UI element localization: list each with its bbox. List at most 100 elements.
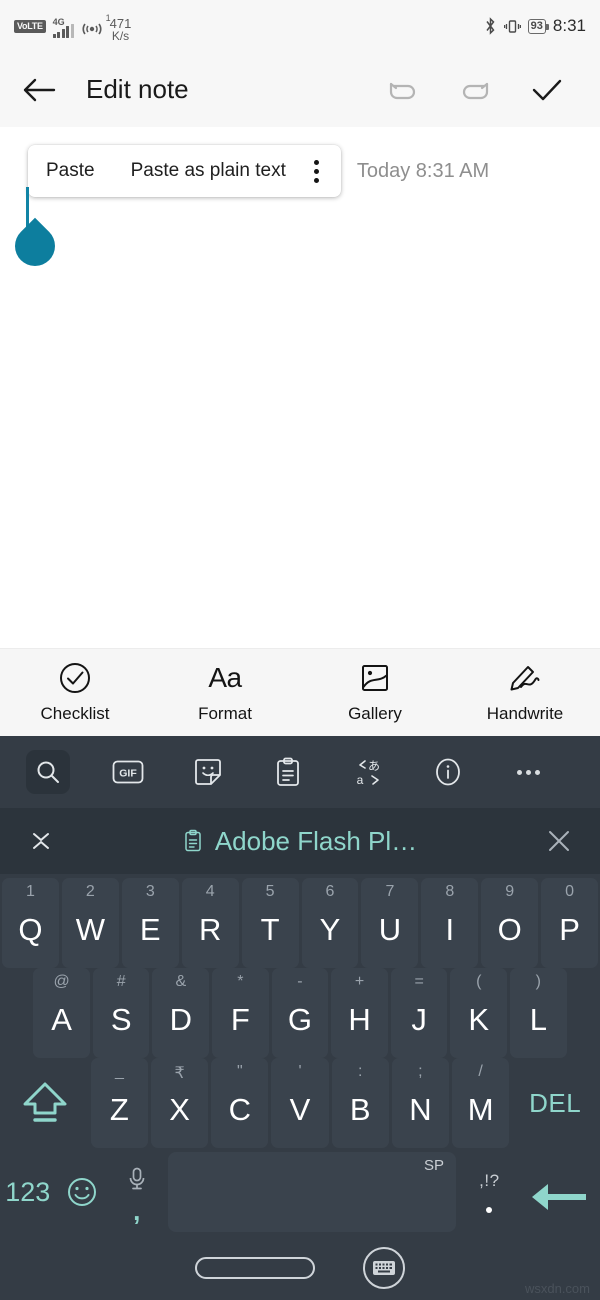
key-o[interactable]: 9O <box>481 878 539 968</box>
vibrate-icon <box>503 19 521 33</box>
key-t[interactable]: 5T <box>241 878 299 968</box>
key-e[interactable]: 3E <box>121 878 179 968</box>
volte-icon: VoLTE <box>14 19 46 33</box>
key-main-label: P <box>559 912 580 947</box>
key-y[interactable]: 6Y <box>301 878 359 968</box>
phone-screen: VoLTE 4G 1 471 K/s 93 8:31 Edit note Pas… <box>0 0 600 1300</box>
more-icon[interactable] <box>506 750 550 794</box>
signal-strength-icon: 4G <box>52 16 74 38</box>
key-q[interactable]: 1Q <box>2 878 59 968</box>
collapse-chevron-icon[interactable] <box>24 824 58 858</box>
key-z[interactable]: _ Z <box>90 1058 148 1148</box>
kebab-menu-icon[interactable] <box>304 159 335 183</box>
key-main-label: I <box>445 912 455 947</box>
sticker-icon[interactable] <box>186 750 230 794</box>
key-sub-label: @ <box>53 973 70 990</box>
comma-key-label: , <box>133 1195 141 1226</box>
enter-icon[interactable] <box>521 1148 598 1236</box>
key-main-label: G <box>287 1002 313 1037</box>
translate-icon[interactable]: あ a <box>346 750 390 794</box>
format-tool-checklist[interactable]: Checklist <box>0 661 150 724</box>
key-w[interactable]: 2W <box>61 878 119 968</box>
key-l[interactable]: ) L <box>510 968 567 1058</box>
key-j[interactable]: = J <box>390 968 448 1058</box>
paste-button[interactable]: Paste <box>28 160 113 182</box>
format-tool-handwrite[interactable]: Handwrite <box>450 661 600 724</box>
key-d[interactable]: & D <box>152 968 210 1058</box>
keyboard-rows: 1Q 2W 3E 4R 5T 6Y 7U 8I 9O 0P @ A # S & D *… <box>0 874 600 1236</box>
status-bar-left: VoLTE 4G 1 471 K/s <box>14 9 131 44</box>
shift-icon[interactable] <box>2 1058 88 1148</box>
battery-icon: 93 <box>527 18 550 34</box>
key-g[interactable]: -G <box>271 968 329 1058</box>
key-m[interactable]: / M <box>452 1058 510 1148</box>
note-editor-area[interactable]: Paste Paste as plain text Today 8:31 AM <box>0 127 600 648</box>
key-main-label: E <box>139 912 161 947</box>
undo-icon[interactable] <box>386 77 420 103</box>
key-main-label: N <box>409 1092 432 1127</box>
hide-keyboard-icon[interactable] <box>363 1247 405 1289</box>
key-main-label: L <box>529 1002 547 1037</box>
key-k[interactable]: (K <box>450 968 508 1058</box>
format-tool-label: Handwrite <box>486 704 564 723</box>
key-f[interactable]: * F <box>212 968 269 1058</box>
space-key[interactable]: SP <box>167 1152 457 1232</box>
network-speed: 471 K/s <box>110 17 132 43</box>
key-r[interactable]: 4R <box>181 878 239 968</box>
key-main-label: R <box>198 912 222 947</box>
network-type-label: 4G <box>52 16 65 27</box>
key-sub-label: / <box>478 1063 483 1080</box>
svg-text:GIF: GIF <box>119 768 137 780</box>
key-h[interactable]: + H <box>331 968 388 1058</box>
gif-icon[interactable]: GIF <box>106 750 150 794</box>
key-p[interactable]: 0P <box>541 878 599 968</box>
delete-key[interactable]: DEL <box>512 1058 598 1148</box>
paste-as-plain-text-button[interactable]: Paste as plain text <box>113 160 304 182</box>
numeric-mode-key[interactable]: 123 <box>2 1148 54 1236</box>
key-sub-label: ₹ <box>174 1065 185 1082</box>
key-u[interactable]: 7U <box>361 878 419 968</box>
key-main-label: D <box>169 1002 192 1037</box>
clipboard-suggestion-text[interactable]: Adobe Flash Pl… <box>215 826 417 857</box>
note-timestamp: Today 8:31 AM <box>356 159 490 182</box>
text-cursor-handle[interactable] <box>6 187 64 275</box>
key-c[interactable]: " C <box>211 1058 269 1148</box>
keyboard-toolbar: GIF あ a <box>0 736 600 808</box>
cursor-handle-drop[interactable] <box>6 217 64 275</box>
font-size-icon: Aa <box>208 662 242 693</box>
key-x[interactable]: ₹ X <box>151 1058 209 1148</box>
svg-text:a: a <box>357 773 364 787</box>
row2-right-spacer <box>570 968 598 1058</box>
info-icon[interactable] <box>426 750 470 794</box>
comma-mic-key[interactable]: , <box>111 1148 163 1236</box>
clipboard-icon[interactable] <box>266 750 310 794</box>
close-icon[interactable] <box>542 824 576 858</box>
checkmark-icon[interactable] <box>530 76 564 104</box>
app-bar-actions <box>386 76 564 104</box>
key-sub-label: # <box>116 973 126 990</box>
key-s[interactable]: # S <box>92 968 150 1058</box>
space-key-label: SP <box>424 1157 445 1174</box>
emoji-icon[interactable] <box>57 1148 109 1236</box>
period-key[interactable]: ,!? <box>461 1148 518 1236</box>
key-b[interactable]: :B <box>331 1058 389 1148</box>
key-sub-label: & <box>175 973 187 990</box>
format-tool-gallery[interactable]: Gallery <box>300 661 450 724</box>
home-pill-icon[interactable] <box>195 1257 315 1279</box>
search-icon[interactable] <box>26 750 70 794</box>
key-sub-label: ; <box>418 1063 423 1080</box>
key-i[interactable]: 8I <box>421 878 479 968</box>
redo-icon[interactable] <box>458 77 492 103</box>
pen-icon <box>508 661 542 695</box>
app-bar: Edit note <box>0 52 600 127</box>
key-a[interactable]: @ A <box>33 968 90 1058</box>
paste-context-menu: Paste Paste as plain text <box>28 145 341 197</box>
key-sub-label: 1 <box>26 883 35 900</box>
format-tool-format[interactable]: Aa Format <box>150 661 300 724</box>
back-arrow-icon[interactable] <box>22 77 56 103</box>
key-main-label: O <box>497 912 522 947</box>
clipboard-suggestion[interactable]: Adobe Flash Pl… <box>70 826 530 857</box>
keyboard-row-4: 123 , SP ,!? <box>0 1148 600 1236</box>
key-n[interactable]: ; N <box>391 1058 450 1148</box>
key-v[interactable]: ' V <box>271 1058 329 1148</box>
